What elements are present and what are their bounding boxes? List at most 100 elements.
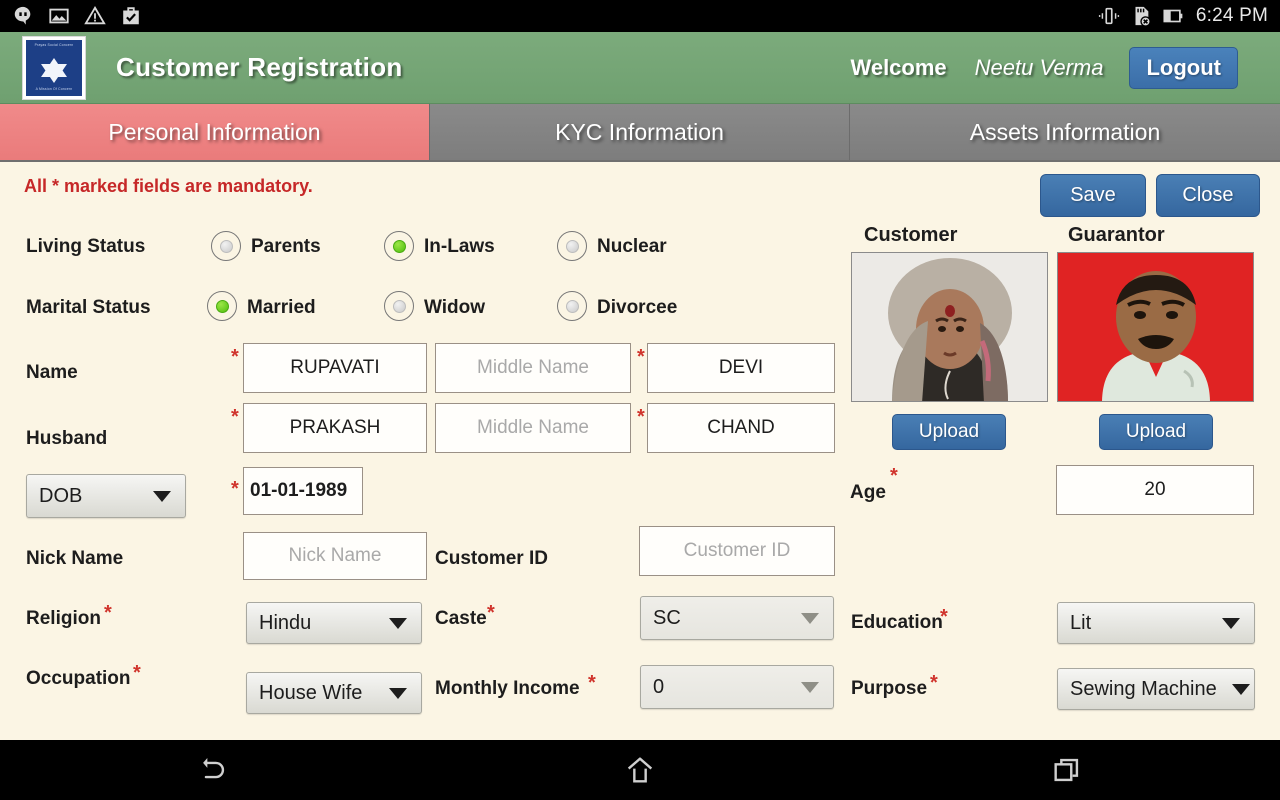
- back-icon[interactable]: [196, 753, 230, 787]
- customer-upload-button[interactable]: Upload: [892, 414, 1006, 450]
- occupation-select[interactable]: House Wife: [246, 672, 422, 714]
- monthly-income-required-marker: *: [588, 672, 596, 694]
- logout-button[interactable]: Logout: [1129, 46, 1238, 89]
- husband-last-name-input[interactable]: [647, 403, 835, 453]
- education-value: Lit: [1070, 611, 1092, 634]
- caste-required-marker: *: [487, 602, 495, 624]
- dob-required-marker: *: [231, 478, 239, 500]
- home-icon[interactable]: [623, 753, 657, 787]
- age-label: Age: [850, 482, 886, 503]
- occupation-value: House Wife: [259, 681, 363, 704]
- warning-icon: [84, 5, 106, 25]
- android-status-bar: 6:24 PM: [0, 0, 1280, 32]
- radio-marital-divorcee[interactable]: [557, 291, 587, 321]
- android-nav-bar: [0, 740, 1280, 800]
- recents-icon[interactable]: [1050, 753, 1084, 787]
- chevron-down-icon: [153, 490, 171, 502]
- app-root: 6:24 PM Prayas Social Concern A Mission …: [0, 0, 1280, 800]
- page-title: Customer Registration: [116, 52, 403, 82]
- radio-living-nuclear-label: Nuclear: [597, 236, 667, 257]
- dob-type-select[interactable]: DOB: [26, 474, 186, 518]
- last-name-input[interactable]: [647, 343, 835, 393]
- save-button[interactable]: Save: [1040, 174, 1146, 217]
- radio-living-parents-label: Parents: [251, 236, 321, 257]
- chevron-down-icon: [1222, 617, 1240, 629]
- religion-value: Hindu: [259, 611, 312, 634]
- monthly-income-label: Monthly Income: [435, 678, 580, 699]
- welcome-label: Welcome: [850, 54, 947, 80]
- tab-assets-information[interactable]: Assets Information: [850, 104, 1280, 160]
- monthly-income-select[interactable]: 0: [640, 665, 834, 709]
- age-input[interactable]: [1056, 465, 1254, 515]
- radio-living-parents[interactable]: [211, 231, 241, 261]
- husband-last-name-required-marker: *: [637, 406, 645, 428]
- customer-photo[interactable]: [851, 252, 1048, 402]
- customer-id-label: Customer ID: [435, 548, 548, 569]
- app-logo: Prayas Social Concern A Mission Of Conce…: [22, 35, 86, 100]
- guarantor-upload-button[interactable]: Upload: [1099, 414, 1213, 450]
- radio-marital-married[interactable]: [207, 291, 237, 321]
- caste-select[interactable]: SC: [640, 596, 834, 640]
- occupation-label: Occupation: [26, 668, 131, 689]
- husband-first-name-input[interactable]: [243, 403, 427, 453]
- chevron-down-icon: [1232, 683, 1250, 695]
- guarantor-photo[interactable]: [1057, 252, 1254, 402]
- last-name-required-marker: *: [637, 346, 645, 368]
- logo-footer: A Mission Of Concern: [35, 87, 73, 92]
- status-bar-notification-icons: [0, 5, 142, 27]
- purpose-select[interactable]: Sewing Machine: [1057, 668, 1255, 710]
- chevron-down-icon: [801, 681, 819, 693]
- sdcard-removed-icon: [1135, 6, 1151, 27]
- nick-name-input[interactable]: [243, 532, 427, 580]
- caste-value: SC: [653, 606, 681, 629]
- checked-bag-icon: [123, 7, 139, 25]
- battery-icon: [1163, 9, 1183, 23]
- dob-input[interactable]: [243, 467, 363, 515]
- logo-caption: Prayas Social Concern: [34, 42, 74, 47]
- radio-marital-widow[interactable]: [384, 291, 414, 321]
- vibrate-icon: [1098, 7, 1119, 25]
- radio-marital-divorcee-label: Divorcee: [597, 297, 678, 318]
- religion-required-marker: *: [104, 602, 112, 624]
- age-required-marker: *: [890, 465, 898, 487]
- tab-kyc-information[interactable]: KYC Information: [430, 104, 850, 160]
- app-header: Prayas Social Concern A Mission Of Conce…: [0, 32, 1280, 104]
- purpose-required-marker: *: [930, 672, 938, 694]
- radio-living-inlaws[interactable]: [384, 231, 414, 261]
- radio-marital-widow-label: Widow: [424, 297, 486, 318]
- nick-name-label: Nick Name: [26, 548, 124, 569]
- chevron-down-icon: [389, 617, 407, 629]
- user-name: Neetu Verma: [974, 54, 1104, 80]
- tab-personal-information[interactable]: Personal Information: [0, 104, 430, 160]
- status-bar-system-icons: 6:24 PM: [1098, 5, 1280, 27]
- form-panel: All * marked fields are mandatory. Save …: [0, 162, 1280, 740]
- religion-label: Religion: [26, 608, 101, 629]
- radio-living-nuclear[interactable]: [557, 231, 587, 261]
- customer-photo-label: Customer: [864, 224, 958, 246]
- name-label: Name: [26, 362, 78, 383]
- religion-select[interactable]: Hindu: [246, 602, 422, 644]
- name-required-marker: *: [231, 346, 239, 368]
- marital-status-label: Marital Status: [26, 297, 151, 318]
- radio-marital-married-label: Married: [247, 297, 316, 318]
- monthly-income-value: 0: [653, 675, 665, 698]
- chevron-down-icon: [801, 612, 819, 624]
- middle-name-input[interactable]: [435, 343, 631, 393]
- dob-type-value: DOB: [39, 484, 83, 507]
- living-status-label: Living Status: [26, 236, 146, 257]
- image-icon: [49, 8, 69, 24]
- chevron-down-icon: [389, 687, 407, 699]
- occupation-required-marker: *: [133, 662, 141, 684]
- tab-bar: Personal Information KYC Information Ass…: [0, 104, 1280, 162]
- first-name-input[interactable]: [243, 343, 427, 393]
- husband-required-marker: *: [231, 406, 239, 428]
- star-icon: [41, 58, 67, 83]
- husband-middle-name-input[interactable]: [435, 403, 631, 453]
- status-bar-clock: 6:24 PM: [1195, 5, 1268, 26]
- education-select[interactable]: Lit: [1057, 602, 1255, 644]
- close-button[interactable]: Close: [1156, 174, 1260, 217]
- husband-label: Husband: [26, 428, 108, 449]
- customer-id-input[interactable]: [639, 526, 835, 576]
- guarantor-photo-label: Guarantor: [1068, 224, 1165, 246]
- radio-living-inlaws-label: In-Laws: [424, 236, 495, 257]
